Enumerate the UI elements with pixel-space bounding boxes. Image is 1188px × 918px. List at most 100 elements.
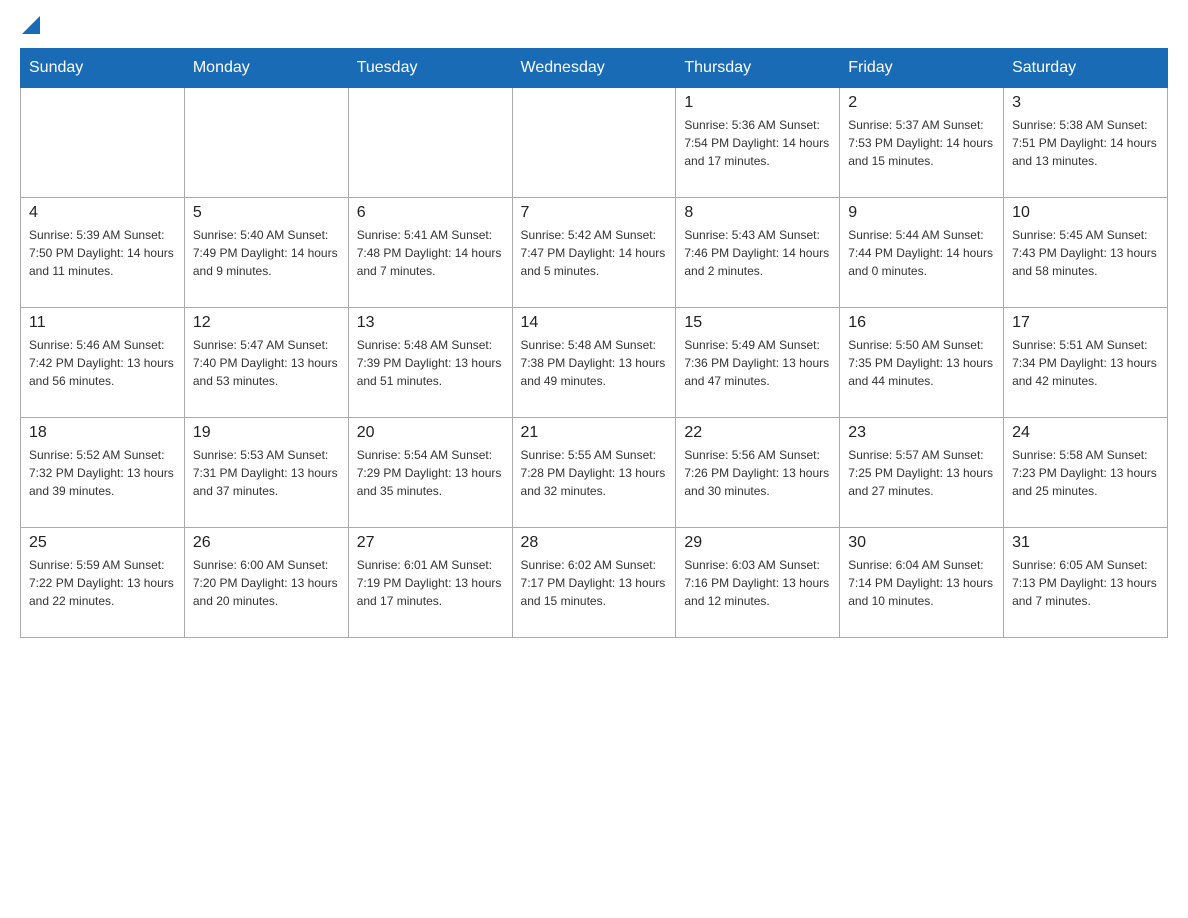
calendar-cell [21,88,185,198]
day-number: 31 [1012,534,1159,552]
day-number: 16 [848,314,995,332]
calendar-cell: 17 Sunrise: 5:51 AM Sunset: 7:34 PM Dayli… [1004,308,1168,418]
day-info: Sunrise: 5:53 AM Sunset: 7:31 PM Dayligh… [193,446,340,500]
calendar-cell: 22Sunrise: 5:56 AM Sunset: 7:26 PM Dayli… [676,418,840,528]
day-info: Sunrise: 5:36 AM Sunset: 7:54 PM Dayligh… [684,116,831,170]
day-info: Sunrise: 5:57 AM Sunset: 7:25 PM Dayligh… [848,446,995,500]
day-number: 28 [521,534,668,552]
calendar-cell: 26Sunrise: 6:00 AM Sunset: 7:20 PM Dayli… [184,528,348,638]
calendar-week-5: 25 Sunrise: 5:59 AM Sunset: 7:22 PM Dayli… [21,528,1168,638]
page-header [20,20,1168,38]
calendar-cell: 9 Sunrise: 5:44 AM Sunset: 7:44 PM Daylig… [840,198,1004,308]
day-number: 12 [193,314,340,332]
calendar-header-row: SundayMondayTuesdayWednesdayThursdayFrid… [21,49,1168,88]
calendar-cell: 19 Sunrise: 5:53 AM Sunset: 7:31 PM Dayli… [184,418,348,528]
day-number: 20 [357,424,504,442]
day-number: 23 [848,424,995,442]
day-info: Sunrise: 5:51 AM Sunset: 7:34 PM Dayligh… [1012,336,1159,390]
day-header-friday: Friday [840,49,1004,88]
calendar-cell: 30 Sunrise: 6:04 AM Sunset: 7:14 PM Dayli… [840,528,1004,638]
day-info: Sunrise: 5:39 AM Sunset: 7:50 PM Dayligh… [29,226,176,280]
day-info: Sunrise: 5:37 AM Sunset: 7:53 PM Dayligh… [848,116,995,170]
calendar-cell: 12 Sunrise: 5:47 AM Sunset: 7:40 PM Dayli… [184,308,348,418]
calendar-week-2: 4 Sunrise: 5:39 AM Sunset: 7:50 PM Daylig… [21,198,1168,308]
day-info: Sunrise: 6:04 AM Sunset: 7:14 PM Dayligh… [848,556,995,610]
day-header-monday: Monday [184,49,348,88]
day-number: 24 [1012,424,1159,442]
calendar-cell: 11 Sunrise: 5:46 AM Sunset: 7:42 PM Dayli… [21,308,185,418]
logo-arrow-icon [22,16,40,34]
calendar-cell [512,88,676,198]
calendar-cell: 10 Sunrise: 5:45 AM Sunset: 7:43 PM Dayli… [1004,198,1168,308]
day-info: Sunrise: 6:05 AM Sunset: 7:13 PM Dayligh… [1012,556,1159,610]
day-info: Sunrise: 5:44 AM Sunset: 7:44 PM Dayligh… [848,226,995,280]
day-info: Sunrise: 6:02 AM Sunset: 7:17 PM Dayligh… [521,556,668,610]
day-info: Sunrise: 5:38 AM Sunset: 7:51 PM Dayligh… [1012,116,1159,170]
day-number: 4 [29,204,176,222]
day-number: 3 [1012,94,1159,112]
day-number: 14 [521,314,668,332]
day-info: Sunrise: 5:54 AM Sunset: 7:29 PM Dayligh… [357,446,504,500]
day-number: 1 [684,94,831,112]
day-info: Sunrise: 6:03 AM Sunset: 7:16 PM Dayligh… [684,556,831,610]
day-number: 21 [521,424,668,442]
day-number: 22 [684,424,831,442]
day-number: 2 [848,94,995,112]
calendar-cell: 25 Sunrise: 5:59 AM Sunset: 7:22 PM Dayli… [21,528,185,638]
day-number: 6 [357,204,504,222]
day-info: Sunrise: 5:50 AM Sunset: 7:35 PM Dayligh… [848,336,995,390]
day-info: Sunrise: 5:43 AM Sunset: 7:46 PM Dayligh… [684,226,831,280]
calendar-cell: 23 Sunrise: 5:57 AM Sunset: 7:25 PM Dayli… [840,418,1004,528]
day-number: 30 [848,534,995,552]
day-number: 9 [848,204,995,222]
day-header-thursday: Thursday [676,49,840,88]
calendar-table: SundayMondayTuesdayWednesdayThursdayFrid… [20,48,1168,638]
calendar-cell: 15 Sunrise: 5:49 AM Sunset: 7:36 PM Dayli… [676,308,840,418]
day-number: 17 [1012,314,1159,332]
day-info: Sunrise: 5:58 AM Sunset: 7:23 PM Dayligh… [1012,446,1159,500]
day-info: Sunrise: 5:45 AM Sunset: 7:43 PM Dayligh… [1012,226,1159,280]
calendar-cell: 28 Sunrise: 6:02 AM Sunset: 7:17 PM Dayli… [512,528,676,638]
calendar-cell: 31 Sunrise: 6:05 AM Sunset: 7:13 PM Dayli… [1004,528,1168,638]
calendar-cell: 27Sunrise: 6:01 AM Sunset: 7:19 PM Dayli… [348,528,512,638]
logo [20,20,40,38]
calendar-cell: 14 Sunrise: 5:48 AM Sunset: 7:38 PM Dayli… [512,308,676,418]
day-info: Sunrise: 5:55 AM Sunset: 7:28 PM Dayligh… [521,446,668,500]
day-info: Sunrise: 5:48 AM Sunset: 7:38 PM Dayligh… [521,336,668,390]
day-number: 7 [521,204,668,222]
calendar-cell: 5 Sunrise: 5:40 AM Sunset: 7:49 PM Daylig… [184,198,348,308]
calendar-cell: 18Sunrise: 5:52 AM Sunset: 7:32 PM Dayli… [21,418,185,528]
calendar-cell: 20 Sunrise: 5:54 AM Sunset: 7:29 PM Dayli… [348,418,512,528]
day-info: Sunrise: 5:59 AM Sunset: 7:22 PM Dayligh… [29,556,176,610]
calendar-cell: 24 Sunrise: 5:58 AM Sunset: 7:23 PM Dayli… [1004,418,1168,528]
calendar-cell: 7Sunrise: 5:42 AM Sunset: 7:47 PM Daylig… [512,198,676,308]
day-header-wednesday: Wednesday [512,49,676,88]
calendar-week-1: 1 Sunrise: 5:36 AM Sunset: 7:54 PM Daylig… [21,88,1168,198]
day-number: 8 [684,204,831,222]
day-info: Sunrise: 5:46 AM Sunset: 7:42 PM Dayligh… [29,336,176,390]
calendar-week-3: 11 Sunrise: 5:46 AM Sunset: 7:42 PM Dayli… [21,308,1168,418]
calendar-cell: 4 Sunrise: 5:39 AM Sunset: 7:50 PM Daylig… [21,198,185,308]
calendar-cell: 8 Sunrise: 5:43 AM Sunset: 7:46 PM Daylig… [676,198,840,308]
day-number: 5 [193,204,340,222]
day-number: 11 [29,314,176,332]
day-number: 10 [1012,204,1159,222]
day-info: Sunrise: 5:52 AM Sunset: 7:32 PM Dayligh… [29,446,176,500]
calendar-cell: 3 Sunrise: 5:38 AM Sunset: 7:51 PM Daylig… [1004,88,1168,198]
day-number: 13 [357,314,504,332]
day-number: 15 [684,314,831,332]
day-number: 25 [29,534,176,552]
day-info: Sunrise: 5:47 AM Sunset: 7:40 PM Dayligh… [193,336,340,390]
day-number: 19 [193,424,340,442]
calendar-cell: 2 Sunrise: 5:37 AM Sunset: 7:53 PM Daylig… [840,88,1004,198]
day-info: Sunrise: 5:49 AM Sunset: 7:36 PM Dayligh… [684,336,831,390]
day-number: 26 [193,534,340,552]
calendar-cell [348,88,512,198]
day-info: Sunrise: 5:40 AM Sunset: 7:49 PM Dayligh… [193,226,340,280]
calendar-cell: 13Sunrise: 5:48 AM Sunset: 7:39 PM Dayli… [348,308,512,418]
calendar-cell: 1 Sunrise: 5:36 AM Sunset: 7:54 PM Daylig… [676,88,840,198]
calendar-cell [184,88,348,198]
calendar-cell: 6Sunrise: 5:41 AM Sunset: 7:48 PM Daylig… [348,198,512,308]
day-info: Sunrise: 6:01 AM Sunset: 7:19 PM Dayligh… [357,556,504,610]
calendar-cell: 16 Sunrise: 5:50 AM Sunset: 7:35 PM Dayli… [840,308,1004,418]
